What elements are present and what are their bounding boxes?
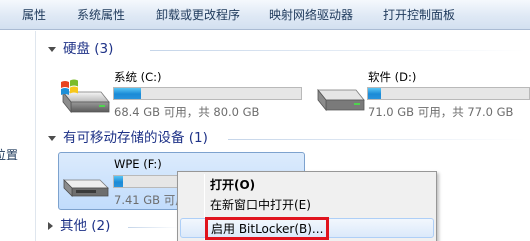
- hard-drive-icon: [61, 79, 110, 114]
- menu-item-open[interactable]: 打开(O): [180, 175, 434, 195]
- drive-d-usage-fill: [368, 88, 381, 99]
- drive-c-space-info: 68.4 GB 可用，共 80.0 GB: [114, 105, 260, 119]
- group-divider: [150, 50, 525, 51]
- group-title: 硬盘 (3): [63, 41, 114, 57]
- map-network-drive-button[interactable]: 映射网络驱动器: [269, 0, 353, 30]
- uninstall-program-button[interactable]: 卸载或更改程序: [156, 0, 240, 30]
- drive-d-usage-bar: [367, 87, 530, 100]
- open-control-panel-button[interactable]: 打开控制面板: [383, 0, 455, 30]
- drive-d-name: 软件 (D:): [368, 70, 417, 84]
- drive-f-name: WPE (F:): [114, 157, 162, 171]
- drive-c-usage-fill: [114, 88, 142, 99]
- hard-drive-icon: [317, 88, 365, 112]
- group-title: 其他 (2): [60, 218, 111, 234]
- usb-drive-icon: [63, 179, 109, 197]
- system-properties-button[interactable]: 系统属性: [77, 0, 125, 30]
- expand-arrow-icon: [48, 135, 56, 141]
- properties-button[interactable]: 属性: [22, 0, 46, 30]
- drive-c-usage-bar: [113, 87, 302, 100]
- annotation-highlight-box: [205, 217, 329, 240]
- group-title: 有可移动存储的设备 (1): [63, 130, 208, 146]
- expand-arrow-icon: [48, 46, 56, 52]
- drive-f-space-info: 7.41 GB 可用: [114, 193, 187, 207]
- drive-d-space-info: 71.0 GB 可用，共 77.0 GB: [368, 105, 514, 119]
- group-divider: [228, 139, 525, 140]
- command-bar: 属性 系统属性 卸载或更改程序 映射网络驱动器 打开控制面板: [0, 0, 530, 30]
- group-header-removable-storage[interactable]: 有可移动存储的设备 (1): [48, 129, 208, 147]
- expand-arrow-icon: [48, 222, 53, 230]
- drive-c-name: 系统 (C:): [114, 70, 162, 84]
- group-divider: [128, 227, 178, 228]
- nav-item-location[interactable]: 位置: [0, 146, 18, 163]
- drive-f-usage-fill: [114, 176, 124, 187]
- menu-item-open-new-window[interactable]: 在新窗口中打开(E): [180, 195, 434, 215]
- group-header-hard-disks[interactable]: 硬盘 (3): [48, 40, 113, 58]
- navigation-pane: 位置: [0, 31, 36, 241]
- group-header-other[interactable]: 其他 (2): [48, 217, 110, 235]
